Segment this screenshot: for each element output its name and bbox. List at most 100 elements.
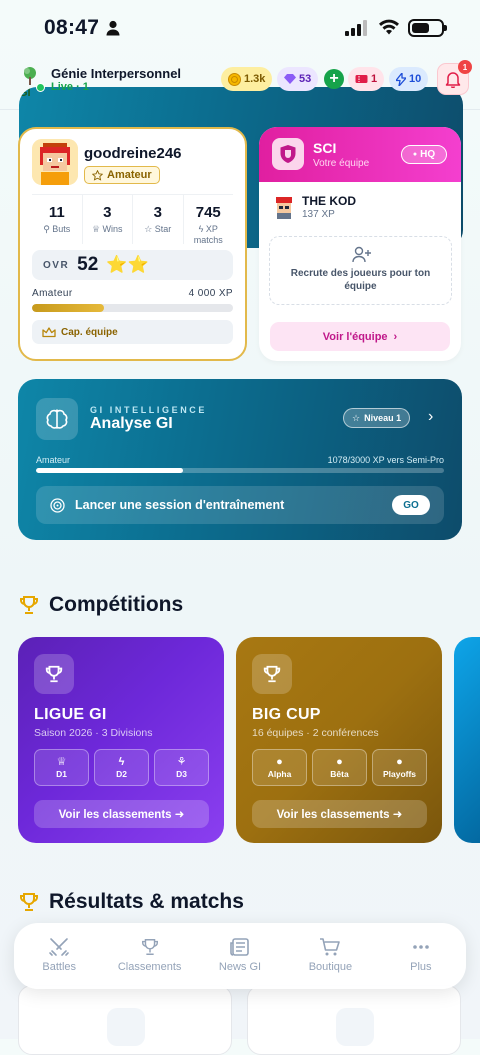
ticket-icon <box>355 75 368 83</box>
hq-dot-icon: ● <box>412 151 418 158</box>
stat-value: 11 <box>48 204 65 221</box>
dot-icon: ● <box>336 756 343 768</box>
chip-label: D2 <box>116 769 127 779</box>
gems-pill[interactable]: 53 <box>277 67 319 91</box>
league-gi-card[interactable]: LIGUE GI Saison 2026 · 3 Divisions ♕ D1 ϟ… <box>18 637 224 843</box>
pin-icon: ⚲ <box>43 224 53 234</box>
next-competition-card-peek[interactable] <box>454 637 480 843</box>
team-subtitle: Votre équipe <box>313 158 370 169</box>
stat-xp: 745 ϟ XP matchs <box>184 195 234 246</box>
hq-label: HQ <box>420 149 436 160</box>
session-label: Lancer une session d'entraînement <box>75 498 285 512</box>
gi-level-badge: ☆ Niveau 1 <box>343 408 411 428</box>
nav-news[interactable]: News GI <box>195 923 285 989</box>
start-training-session[interactable]: Lancer une session d'entraînement GO <box>36 486 444 524</box>
member-name: THE KOD <box>302 194 356 208</box>
battery-icon <box>408 19 447 37</box>
person-icon <box>106 20 120 36</box>
recruit-players-slot[interactable]: Recrute des joueurs pour ton équipe <box>269 236 452 305</box>
clock-icon <box>336 1008 374 1046</box>
calendar-card[interactable] <box>18 985 232 1055</box>
team-card[interactable]: SCI Votre équipe ● HQ THE KOD 137 XP Recr… <box>259 127 461 361</box>
nav-label: Boutique <box>308 961 353 973</box>
chevron-right-icon[interactable]: › <box>428 408 433 426</box>
gi-analysis-card[interactable]: GI INTELLIGENCE Analyse GI ☆ Niveau 1 › … <box>18 379 462 540</box>
conference-alpha[interactable]: ● Alpha <box>252 749 307 786</box>
stat-buts: 11 ⚲ Buts <box>32 195 83 244</box>
member-avatar <box>276 197 292 219</box>
signal-icon <box>345 20 367 36</box>
calendar-icon <box>107 1008 145 1046</box>
stats-row: 11 ⚲ Buts 3 ♕ Wins 3 ☆ Star 745 ϟ XP mat… <box>32 194 234 246</box>
brain-icon <box>36 398 78 440</box>
nav-battles[interactable]: Battles <box>14 923 104 989</box>
stat-value: 745 <box>195 204 221 221</box>
nav-classements[interactable]: Classements <box>104 923 194 989</box>
rank-badge: Amateur <box>84 166 160 184</box>
team-shield-icon <box>272 138 304 170</box>
division-chips: ♕ D1 ϟ D2 ⚘ D3 <box>34 749 209 786</box>
gi-current-level: Amateur <box>36 455 71 465</box>
add-currency-button[interactable]: + <box>324 69 344 89</box>
profile-card[interactable]: goodreine246 Amateur 11 ⚲ Buts 3 ♕ Wins … <box>18 127 247 361</box>
view-rankings-button[interactable]: Voir les classements ➜ <box>34 800 209 828</box>
gi-kicker: GI INTELLIGENCE <box>90 405 208 415</box>
competition-subtitle: Saison 2026 · 3 Divisions <box>34 727 153 739</box>
captain-badge[interactable]: Cap. équipe <box>32 320 233 344</box>
view-rankings-button[interactable]: Voir les classements ➜ <box>252 800 427 828</box>
ovr-value: 52 <box>77 254 99 275</box>
chip-label: Bêta <box>330 769 349 779</box>
dot-icon: ● <box>276 756 283 768</box>
division-d3[interactable]: ⚘ D3 <box>154 749 209 786</box>
app-header: GI Génie Interpersonnel Live · 1 1.3k 53… <box>0 58 480 248</box>
coin-icon <box>228 72 241 86</box>
big-cup-card[interactable]: BIG CUP 16 équipes · 2 conférences ● Alph… <box>236 637 442 843</box>
gi-title: Analyse GI <box>90 415 173 432</box>
coins-pill[interactable]: 1.3k <box>221 67 273 91</box>
level-name: Amateur <box>32 288 73 299</box>
go-button[interactable]: GO <box>392 495 430 515</box>
conference-playoffs[interactable]: ● Playoffs <box>372 749 427 786</box>
results-heading: Résultats & matchs <box>18 890 244 914</box>
notifications-button[interactable]: 1 <box>437 60 472 95</box>
trophy-icon <box>20 596 38 614</box>
chip-label: Alpha <box>267 769 292 779</box>
ovr-label: OVR <box>43 259 70 271</box>
gems-count: 53 <box>299 73 312 85</box>
trophy-icon: ♕ <box>91 224 103 234</box>
stat-label: ϟ XP matchs <box>184 224 234 246</box>
stat-label: ⚲ Buts <box>32 224 82 235</box>
trophy-icon <box>252 654 292 694</box>
gem-icon <box>284 74 296 84</box>
energy-pill[interactable]: 10 <box>389 67 429 91</box>
ovr-rating: OVR 52 ⭐⭐ <box>32 250 233 280</box>
crown-icon <box>42 326 56 337</box>
bottom-nav: Battles Classements News GI Boutique Plu… <box>14 923 466 989</box>
division-d1[interactable]: ♕ D1 <box>34 749 89 786</box>
stat-label-text: Star <box>154 224 172 234</box>
stat-wins: 3 ♕ Wins <box>83 195 133 244</box>
app-title: Génie Interpersonnel <box>51 66 182 81</box>
view-team-button[interactable]: Voir l'équipe › <box>270 322 450 351</box>
nav-plus[interactable]: Plus <box>376 923 466 989</box>
results-title: Résultats & matchs <box>49 890 244 913</box>
nav-boutique[interactable]: Boutique <box>285 923 375 989</box>
bolt-icon <box>396 72 406 86</box>
division-d2[interactable]: ϟ D2 <box>94 749 149 786</box>
chip-label: D3 <box>176 769 187 779</box>
history-card[interactable] <box>247 985 461 1055</box>
level-progress-fill <box>32 304 105 312</box>
tree-icon <box>24 67 36 85</box>
tickets-pill[interactable]: 1 <box>348 67 385 91</box>
member-xp: 137 XP <box>302 209 335 220</box>
level-progress-bar <box>32 304 233 312</box>
trophy-icon <box>34 654 74 694</box>
clock: 08:47 <box>44 16 100 39</box>
target-icon <box>50 497 65 513</box>
dot-icon: ● <box>396 756 403 768</box>
view-team-label: Voir l'équipe <box>322 330 388 343</box>
hq-button[interactable]: ● HQ <box>401 145 447 164</box>
stat-label-text: Wins <box>102 224 123 234</box>
rating-stars-icon: ⭐⭐ <box>106 255 149 274</box>
conference-beta[interactable]: ● Bêta <box>312 749 367 786</box>
